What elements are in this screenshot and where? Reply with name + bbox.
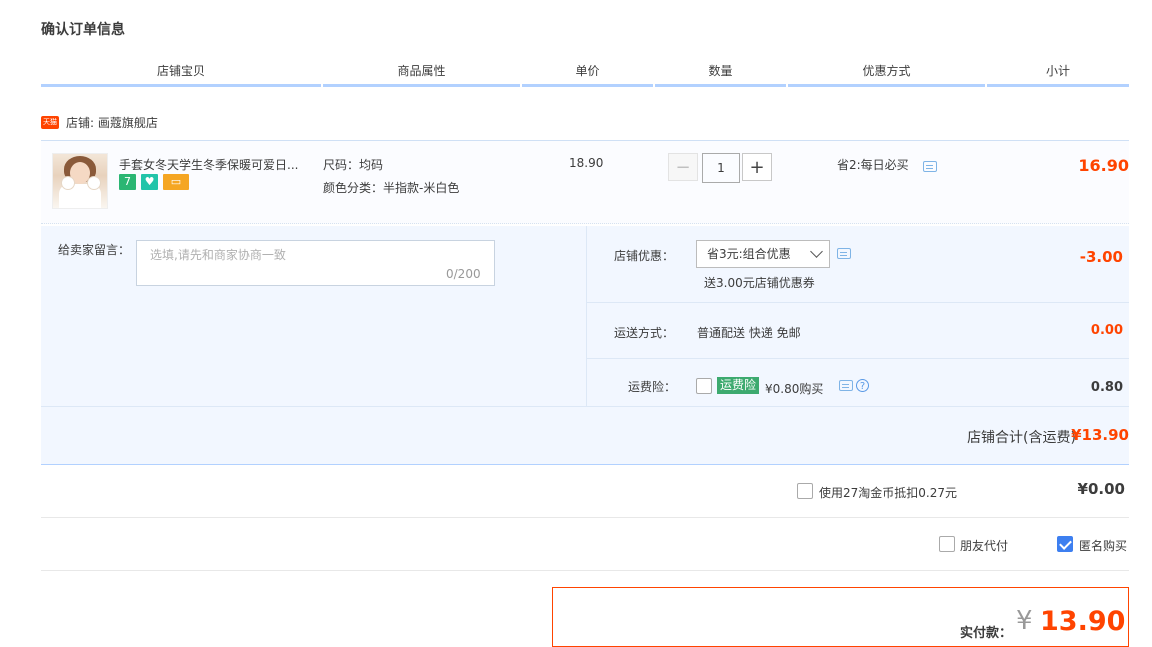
col-header-discount: 优惠方式 <box>788 62 985 87</box>
item-subtotal: 16.90 <box>1078 156 1129 175</box>
shop-row <box>41 112 1129 141</box>
insurance-message-icon[interactable] <box>839 380 853 391</box>
product-thumbnail[interactable] <box>52 153 108 209</box>
shop-total-amount: ¥13.90 <box>1071 426 1129 444</box>
col-header-shop-item: 店铺宝贝 <box>41 62 321 87</box>
discount-message-icon[interactable] <box>837 248 851 259</box>
quantity-plus-button[interactable]: + <box>742 153 772 181</box>
seller-message-label: 给卖家留言： <box>58 243 131 257</box>
page-title: 确认订单信息 <box>41 22 125 38</box>
attr-size: 尺码：均码 <box>323 158 384 172</box>
help-icon[interactable]: ? <box>856 379 869 392</box>
thumb-glove-right <box>87 176 101 190</box>
panel-row-divider <box>587 302 1129 303</box>
taobao-coins-label: 使用27淘金币抵扣0.27元 <box>819 486 957 500</box>
item-promo-text: 省2:每日必买 <box>837 158 909 172</box>
item-row <box>41 141 1129 224</box>
shipping-amount: 0.00 <box>1090 323 1123 338</box>
quantity-input[interactable]: 1 <box>702 153 740 183</box>
shop-discount-amount: -3.00 <box>1079 248 1123 266</box>
insurance-label: 运费险： <box>628 380 677 394</box>
row-separator <box>41 570 1129 571</box>
seller-message-placeholder: 选填,请先和商家协商一致 <box>150 248 286 262</box>
anonymous-purchase-label: 匿名购买 <box>1079 539 1128 553</box>
thumb-glove-left <box>61 176 75 190</box>
shop-label: 店铺: <box>66 116 95 130</box>
guarantee-icon[interactable]: ♥ <box>141 174 158 190</box>
shipping-method: 普通配送 快递 免邮 <box>697 326 801 340</box>
anonymous-purchase-checkbox[interactable] <box>1057 536 1073 552</box>
panel-total-divider <box>41 406 1129 407</box>
pay-label: 实付款： <box>960 626 1013 641</box>
taobao-coins-checkbox[interactable] <box>797 483 813 499</box>
product-name-link[interactable]: 手套女冬天学生冬季保暖可爱日... <box>119 156 298 173</box>
col-header-unit-price: 单价 <box>522 62 653 87</box>
panel-row-divider <box>587 358 1129 359</box>
panel-divider <box>586 226 587 406</box>
pay-currency: ¥ <box>1016 606 1033 636</box>
shipping-label: 运送方式： <box>614 326 675 340</box>
col-header-subtotal: 小计 <box>987 62 1129 87</box>
shop-name-text: 画蔻旗舰店 <box>97 116 158 130</box>
seller-message-count: 0/200 <box>446 267 481 281</box>
tmall-logo: 天猫 <box>41 116 59 129</box>
shop-total-label: 店铺合计(含运费) <box>967 430 1076 446</box>
insurance-price: ¥0.80购买 <box>765 382 824 396</box>
insurance-badge: 运费险 <box>717 377 759 394</box>
col-header-quantity: 数量 <box>655 62 786 87</box>
chevron-down-icon <box>810 245 823 258</box>
taobao-coins-amount: ¥0.00 <box>1077 480 1125 498</box>
shop-discount-label: 店铺优惠： <box>614 249 675 263</box>
promo-message-icon[interactable] <box>923 161 937 172</box>
quantity-minus-button[interactable]: − <box>668 153 698 181</box>
insurance-checkbox[interactable] <box>696 378 712 394</box>
insurance-amount: 0.80 <box>1090 380 1123 395</box>
shop-name[interactable]: 店铺: 画蔻旗舰店 <box>66 114 158 131</box>
row-separator <box>41 517 1129 518</box>
unit-price: 18.90 <box>569 156 604 170</box>
friend-pay-label: 朋友代付 <box>960 539 1009 553</box>
shop-discount-select[interactable]: 省3元:组合优惠 <box>696 240 830 268</box>
attr-color: 颜色分类：半指款-米白色 <box>323 181 460 195</box>
seven-day-return-icon[interactable]: 7 <box>119 174 136 190</box>
shop-discount-selected: 省3元:组合优惠 <box>707 247 791 261</box>
credit-card-icon[interactable]: ▭ <box>163 174 189 190</box>
pay-amount: 13.90 <box>1040 606 1126 637</box>
col-header-attributes: 商品属性 <box>323 62 520 87</box>
friend-pay-checkbox[interactable] <box>939 536 955 552</box>
shop-coupon-note: 送3.00元店铺优惠券 <box>704 276 815 290</box>
